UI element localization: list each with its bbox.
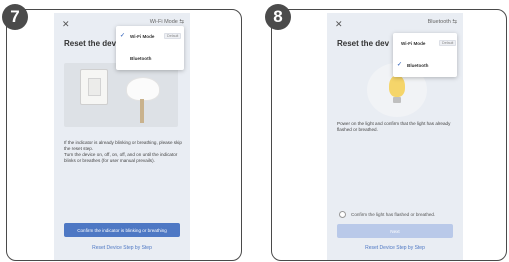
mode-switch-label[interactable]: Bluetooth ⇆ [428,19,457,25]
mode-switch-label[interactable]: Wi-Fi Mode ⇆ [150,19,184,25]
next-button[interactable]: Next [337,224,453,238]
reset-step-by-step-link[interactable]: Reset Device Step by Step [54,245,190,251]
phone-screen-step-7: ✕ Wi-Fi Mode ⇆ Reset the dev If the indi… [54,13,190,260]
step-number-badge-8: 8 [265,4,291,30]
mode-dropdown: ✓ Wi-Fi Mode Default Bluetooth [116,26,184,70]
instructions-text: Power on the light and confirm that the … [337,121,451,132]
close-icon[interactable]: ✕ [335,19,343,30]
checkmark-icon: ✓ [120,33,126,39]
dropdown-item-bluetooth[interactable]: Bluetooth [116,48,184,70]
mode-dropdown: Wi-Fi Mode Default ✓ Bluetooth [393,33,457,77]
dropdown-item-wifi-mode[interactable]: Wi-Fi Mode Default [393,33,457,55]
lamp-image [126,77,160,101]
reset-illustration [64,63,178,127]
dropdown-item-bluetooth[interactable]: ✓ Bluetooth [393,55,457,77]
instructions-text: If the indicator is already blinking or … [64,140,182,163]
default-tag: Default [164,33,182,39]
step-number-badge-7: 7 [2,4,28,30]
confirm-blinking-button[interactable]: Confirm the indicator is blinking or bre… [64,223,180,237]
radio-icon[interactable] [339,211,346,218]
confirm-flashed-radio[interactable]: Confirm the light has flashed or breathe… [339,211,435,218]
wall-switch-image [80,69,108,105]
default-tag: Default [439,40,457,46]
light-bulb-icon [389,75,405,97]
dropdown-item-wifi-mode[interactable]: ✓ Wi-Fi Mode Default [116,26,184,48]
close-icon[interactable]: ✕ [62,19,70,30]
page-title: Reset the dev [337,39,390,48]
radio-label: Confirm the light has flashed or breathe… [351,212,436,217]
checkmark-icon: ✓ [397,62,403,68]
reset-step-by-step-link[interactable]: Reset Device Step by Step [327,245,463,251]
phone-screen-step-8: ✕ Bluetooth ⇆ Reset the dev Power on the… [327,13,463,260]
page-title: Reset the dev [64,39,117,48]
